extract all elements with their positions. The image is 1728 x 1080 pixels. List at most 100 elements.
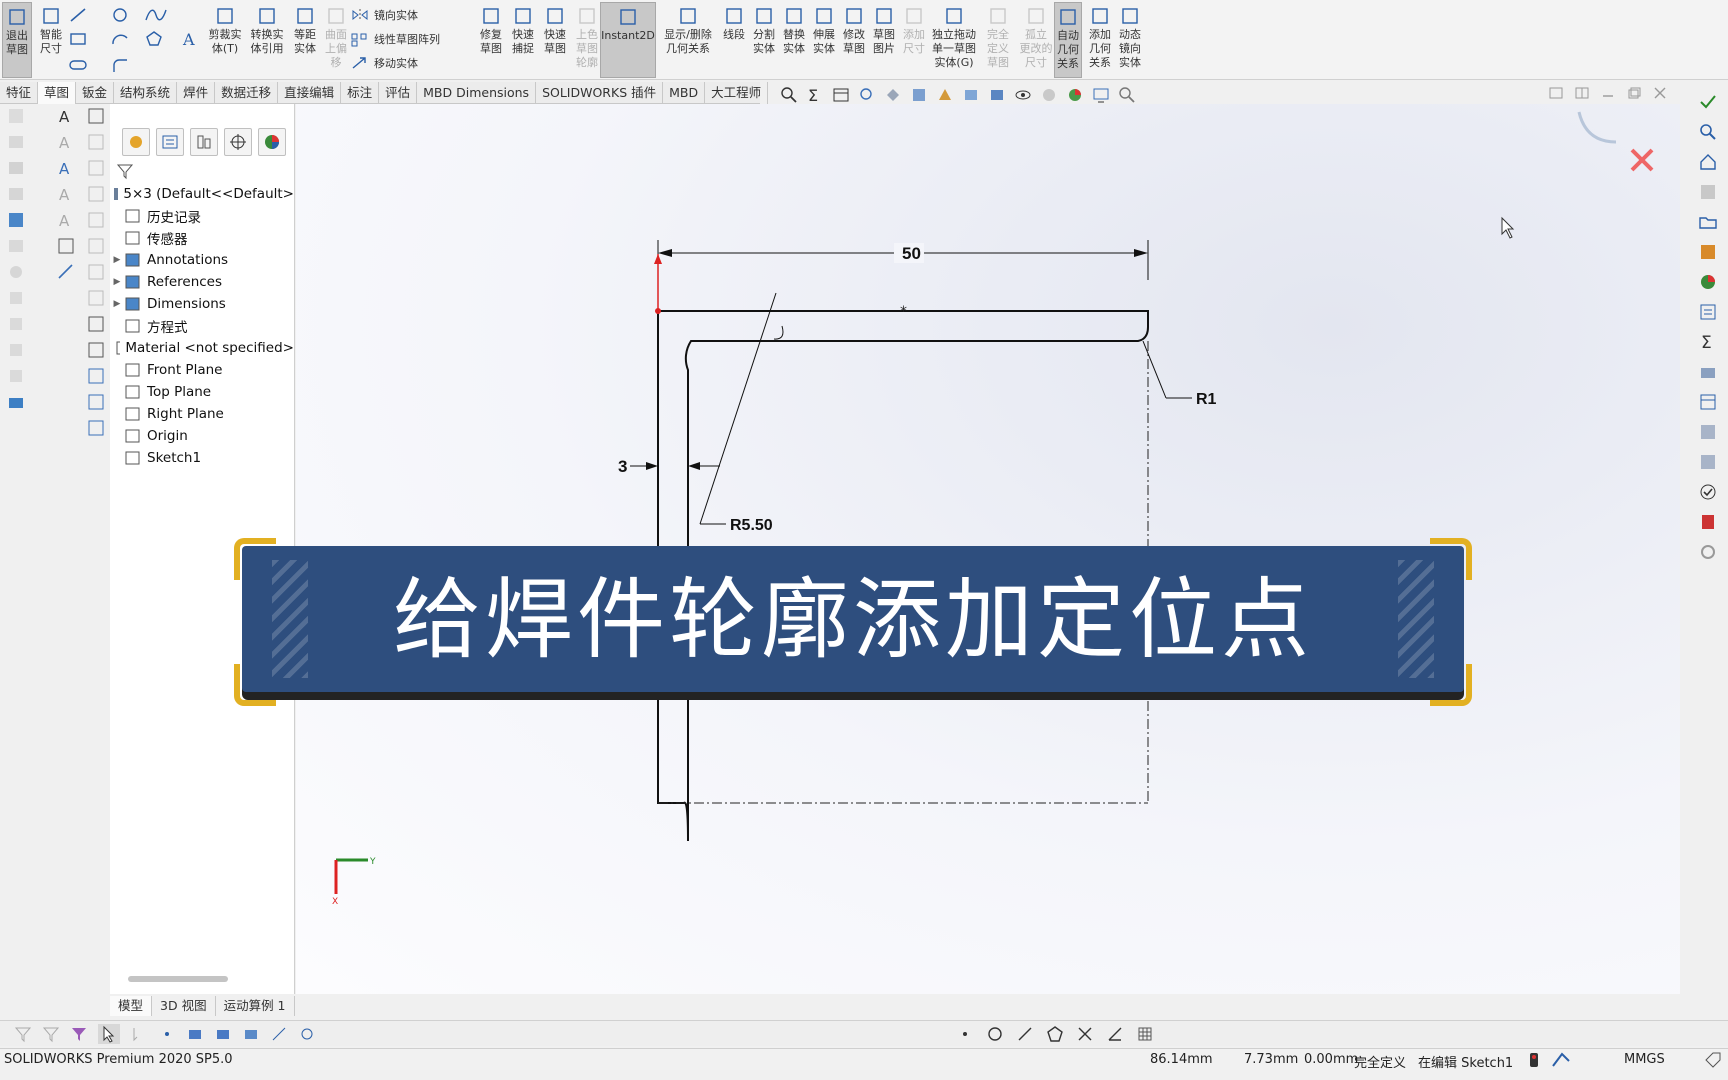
restore-icon[interactable] xyxy=(1626,86,1642,100)
filter-icon[interactable] xyxy=(116,162,134,180)
tab-7[interactable]: 标注 xyxy=(341,82,380,104)
tile-view-icon[interactable] xyxy=(1574,86,1590,100)
grid-icon[interactable] xyxy=(1136,1025,1154,1043)
custom-properties-icon[interactable] xyxy=(1698,302,1718,322)
view-orientation-icon[interactable] xyxy=(962,86,980,104)
unit-system[interactable]: MMGS xyxy=(1624,1052,1665,1067)
new-view-icon[interactable] xyxy=(86,106,106,126)
3d-sketch-icon[interactable] xyxy=(6,106,26,126)
move-entities[interactable]: 移动实体 xyxy=(350,52,418,74)
axis-icon[interactable] xyxy=(214,1025,232,1043)
evaluate-icon[interactable] xyxy=(1698,422,1718,442)
paste-icon[interactable] xyxy=(86,158,106,178)
auto-relations-button[interactable]: 自动 几何 关系 xyxy=(1054,2,1082,78)
trim-button[interactable]: 剪裁实 体(T) xyxy=(206,2,244,78)
tab-11[interactable]: MBD xyxy=(663,82,706,104)
view-4-icon[interactable] xyxy=(86,262,106,282)
annotation-text-icon[interactable]: A xyxy=(56,158,76,178)
picture-button[interactable]: 草图 图片 xyxy=(870,2,898,78)
confirm-icon[interactable] xyxy=(1698,482,1718,502)
tree-horizontal-scrollbar[interactable] xyxy=(128,976,228,982)
drag-single-button[interactable]: 独立拖动 单一草图 实体(G) xyxy=(928,2,980,78)
tab-4[interactable]: 焊件 xyxy=(177,82,216,104)
tolerance-icon[interactable] xyxy=(56,262,76,282)
repair-button[interactable]: 修复 草图 xyxy=(476,2,506,78)
settings-icon[interactable] xyxy=(1698,542,1718,562)
trim-icon[interactable] xyxy=(1076,1025,1094,1043)
tree-item[interactable]: ▶ Annotations xyxy=(110,249,294,271)
point-icon[interactable] xyxy=(956,1025,974,1043)
select-chain-icon[interactable] xyxy=(130,1025,148,1043)
cancel-sketch-icon[interactable] xyxy=(1630,148,1654,172)
section-view-icon[interactable] xyxy=(910,86,928,104)
expand-arrow-icon[interactable]: ▶ xyxy=(110,277,124,287)
tree-item[interactable]: 方程式 xyxy=(110,315,294,337)
weld-symbol-icon[interactable]: A xyxy=(56,210,76,230)
line-tool[interactable] xyxy=(68,4,88,26)
tree-root[interactable]: 5×3 (Default<<Default> xyxy=(110,183,294,205)
sigma-icon[interactable]: Σ xyxy=(806,86,824,104)
file-explorer-icon[interactable] xyxy=(1698,212,1718,232)
view-1-icon[interactable] xyxy=(86,184,106,204)
displaymanager-tab[interactable] xyxy=(258,128,286,156)
boundary-icon[interactable] xyxy=(6,392,26,412)
show-relations-button[interactable]: 显示/删除 几何关系 xyxy=(658,2,718,78)
tab-3[interactable]: 结构系统 xyxy=(114,82,178,104)
dim-3-text[interactable]: 3 xyxy=(618,457,627,476)
arc-tool[interactable] xyxy=(110,28,130,50)
surface-offset-button[interactable]: 曲面 上偏移 xyxy=(322,2,350,78)
tab-10[interactable]: SOLIDWORKS 插件 xyxy=(536,82,664,104)
text-tool[interactable]: A xyxy=(180,28,200,50)
check-icon[interactable] xyxy=(1698,92,1718,112)
search-icon[interactable] xyxy=(1698,122,1718,142)
filter-icon[interactable] xyxy=(14,1025,32,1043)
angle-icon[interactable] xyxy=(1106,1025,1124,1043)
part-icon[interactable] xyxy=(6,132,26,152)
dynamic-mirror-button[interactable]: 动态 镜向 实体 xyxy=(1116,2,1144,78)
equation-icon[interactable]: Σ xyxy=(1698,332,1718,352)
zoom-to-fit-icon[interactable] xyxy=(780,86,798,104)
task-scheduler-icon[interactable] xyxy=(1698,452,1718,472)
shell-icon[interactable] xyxy=(6,366,26,386)
view-8-icon[interactable] xyxy=(86,366,106,386)
stretch-button[interactable]: 伸展 实体 xyxy=(810,2,838,78)
tree-item[interactable]: ▶ References xyxy=(110,271,294,293)
tree-item[interactable]: Material <not specified> xyxy=(110,337,294,359)
tab-12[interactable]: 大工程师 xyxy=(705,82,769,104)
quick-snap-button[interactable]: 快速 捕捉 xyxy=(508,2,538,78)
expand-arrow-icon[interactable]: ▶ xyxy=(110,255,124,265)
segment-button[interactable]: 线段 xyxy=(720,2,748,78)
rectangle-tool[interactable] xyxy=(68,28,88,50)
mate-reference-icon[interactable] xyxy=(270,1025,288,1043)
configurationmanager-tab[interactable] xyxy=(190,128,218,156)
revolve-icon[interactable] xyxy=(6,262,26,282)
tag-icon[interactable] xyxy=(1704,1051,1722,1069)
linear-pattern[interactable]: 线性草图阵列 xyxy=(350,28,440,50)
convert-button[interactable]: 转换实 体引用 xyxy=(248,2,286,78)
extrude-icon[interactable] xyxy=(6,236,26,256)
tab-2[interactable]: 钣金 xyxy=(76,82,115,104)
bottom-tab-0[interactable]: 模型 xyxy=(110,996,153,1016)
view-settings-icon[interactable] xyxy=(1092,86,1110,104)
origin-point[interactable] xyxy=(655,308,661,314)
tab-8[interactable]: 评估 xyxy=(379,82,418,104)
view-palette-icon[interactable] xyxy=(1698,242,1718,262)
feature-icon[interactable] xyxy=(6,210,26,230)
bottom-tab-2[interactable]: 运动算例 1 xyxy=(216,996,295,1016)
exit-sketch-button[interactable]: 退出 草图 xyxy=(2,2,32,78)
appearances-icon[interactable] xyxy=(1698,272,1718,292)
full-define-button[interactable]: 完全 定义 草图 xyxy=(982,2,1014,78)
view-6-icon[interactable] xyxy=(86,314,106,334)
split-button[interactable]: 分割 实体 xyxy=(750,2,778,78)
spline-tool[interactable] xyxy=(144,4,168,26)
featuremanager-tab[interactable] xyxy=(122,128,150,156)
propertymanager-tab[interactable] xyxy=(156,128,184,156)
center-of-mass-icon[interactable] xyxy=(298,1025,316,1043)
polygon-icon[interactable] xyxy=(1046,1025,1064,1043)
tree-item[interactable]: 传感器 xyxy=(110,227,294,249)
close-icon[interactable] xyxy=(1652,86,1668,100)
shade-button[interactable]: 上色 草图 轮廓 xyxy=(572,2,602,78)
modify-button[interactable]: 修改 草图 xyxy=(840,2,868,78)
isolate-button[interactable]: 孤立 更改的 尺寸 xyxy=(1018,2,1054,78)
mirror-entities[interactable]: 镜向实体 xyxy=(350,4,418,26)
